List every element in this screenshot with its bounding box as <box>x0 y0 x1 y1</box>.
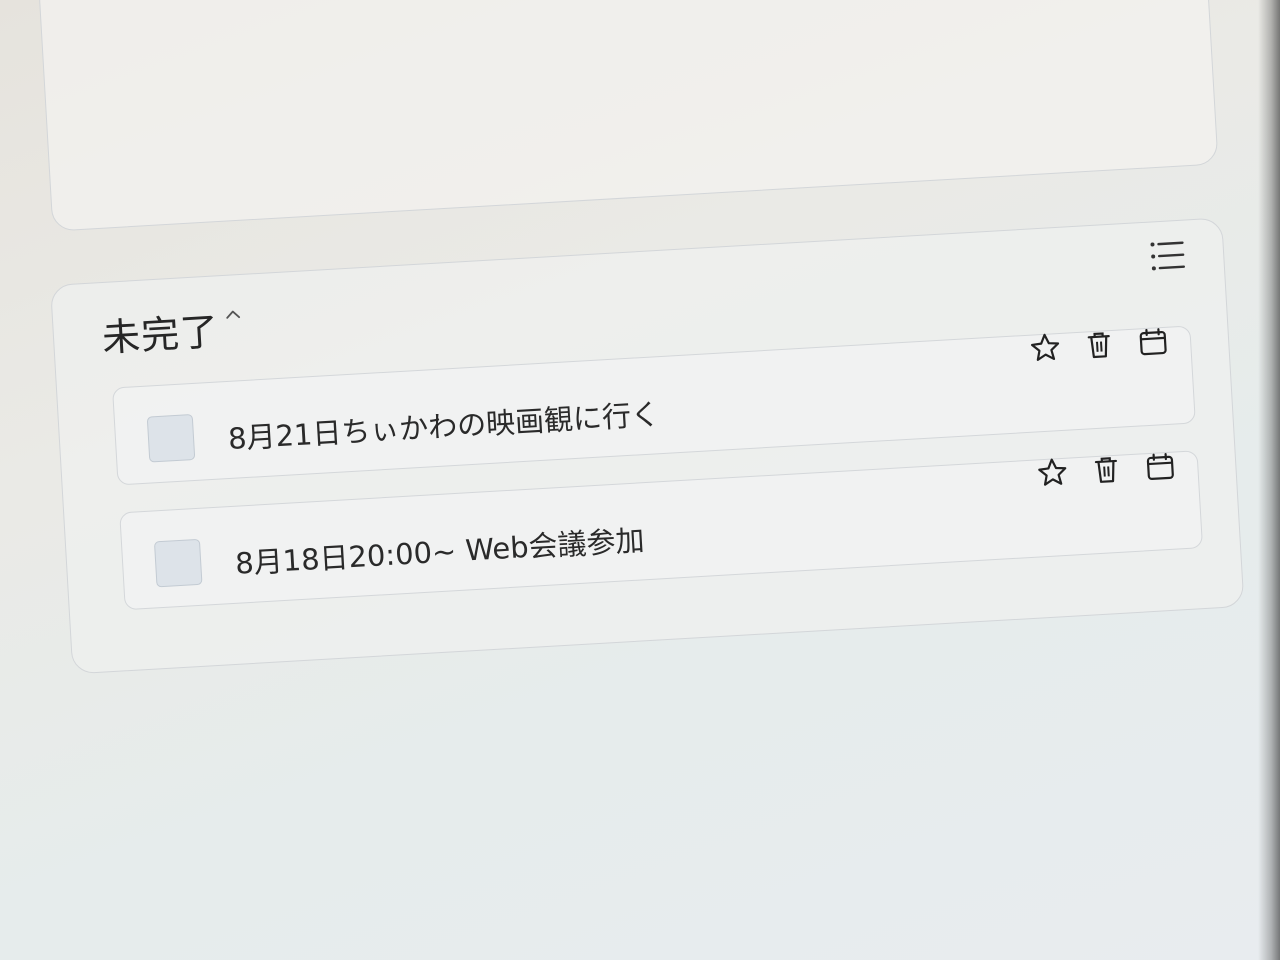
star-icon[interactable] <box>1032 453 1072 493</box>
calendar-icon[interactable] <box>1140 446 1180 486</box>
device-edge <box>1258 0 1280 960</box>
trash-icon[interactable] <box>1086 449 1126 489</box>
upper-panel <box>38 0 1219 232</box>
incomplete-section: 未完了 8月21日ちぃかわの映画観に行く 8月18日20:00~ Web会議参加 <box>50 217 1245 675</box>
trash-icon[interactable] <box>1079 325 1119 365</box>
task-checkbox[interactable] <box>153 538 203 588</box>
list-icon[interactable] <box>1146 235 1188 277</box>
chevron-up-icon[interactable] <box>224 305 243 324</box>
task-actions <box>1032 446 1180 492</box>
section-header[interactable]: 未完了 <box>100 299 244 362</box>
star-icon[interactable] <box>1025 328 1065 368</box>
task-checkbox[interactable] <box>146 414 196 463</box>
task-actions <box>1025 322 1173 368</box>
task-text: 8月21日ちぃかわの映画観に行く <box>227 397 661 456</box>
calendar-icon[interactable] <box>1133 322 1173 362</box>
task-text: 8月18日20:00~ Web会議参加 <box>234 523 646 581</box>
section-title: 未完了 <box>100 309 221 361</box>
